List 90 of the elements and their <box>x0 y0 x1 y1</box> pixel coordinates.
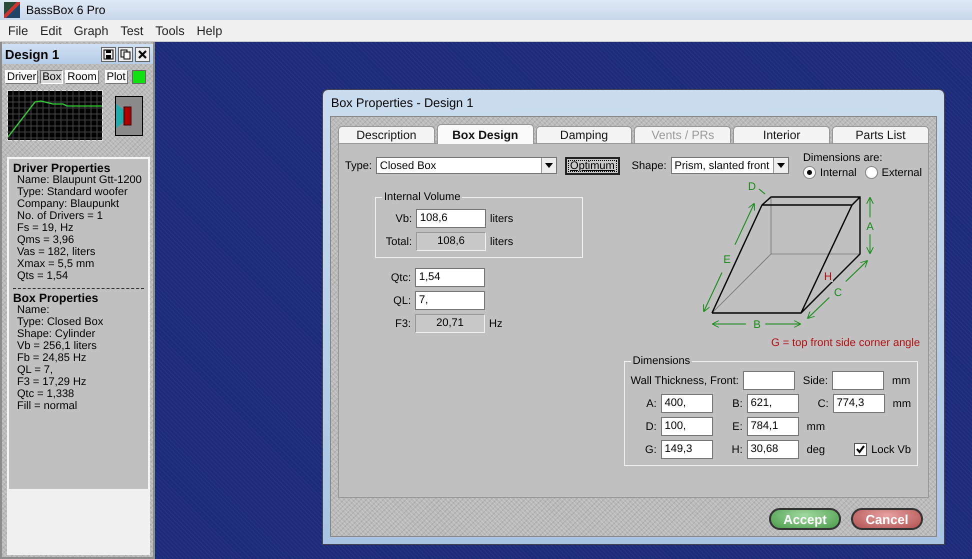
input-field[interactable]: 30,68 <box>746 440 799 459</box>
property-line: Fs = 19, Hz <box>16 222 75 234</box>
property-line: Type: Closed Box <box>16 316 104 328</box>
property-line: Company: Blaupunkt <box>16 198 120 210</box>
input-field[interactable]: 774,3 <box>832 394 885 413</box>
menu-item[interactable]: Graph <box>68 24 114 38</box>
field-label: B: <box>731 398 743 410</box>
field-label: H: <box>730 444 743 456</box>
input-field[interactable]: 100, <box>660 417 713 436</box>
group-label: Internal Volume <box>383 191 462 203</box>
menu-item[interactable]: Tools <box>149 24 191 38</box>
panel-tab[interactable]: Plot <box>104 70 128 84</box>
lock-checkbox[interactable]: Lock Vb <box>854 443 911 456</box>
field-label: Qtc: <box>390 272 411 284</box>
section-heading: Driver Properties <box>13 162 112 174</box>
input-field[interactable]: 149,3 <box>660 440 713 459</box>
field-label: Type: <box>345 160 372 172</box>
field-label: Dimensions are: <box>802 152 884 164</box>
input-field[interactable]: 1,54 <box>415 268 485 287</box>
menu-item[interactable]: File <box>2 24 34 38</box>
tab[interactable]: Parts List <box>832 126 929 143</box>
field-label: E: <box>731 420 743 432</box>
field-label: Side: <box>802 374 828 386</box>
panel-tab[interactable]: Room <box>65 70 99 84</box>
input-field[interactable]: 7, <box>415 291 485 310</box>
field-label: Total: <box>384 236 412 248</box>
tab[interactable]: Interior <box>733 126 830 143</box>
unit-label: deg <box>806 444 826 456</box>
dimension-label: A <box>866 221 874 233</box>
radio-option[interactable]: External <box>864 166 922 179</box>
property-line: Shape: Cylinder <box>16 328 96 340</box>
dimension-label: D <box>748 181 756 193</box>
tab[interactable]: Damping <box>536 126 632 143</box>
panel-title: Design 1 <box>5 46 60 62</box>
type-dropdown[interactable]: Closed Box <box>376 157 558 174</box>
property-line: Xmax = 5,5 mm <box>16 258 96 270</box>
unit-label: liters <box>490 236 514 248</box>
caption: G = top front side corner angle <box>771 337 920 349</box>
radio-option[interactable]: Internal <box>802 166 857 179</box>
property-line: Qtc = 1,338 <box>16 388 76 400</box>
field-label: A: <box>645 398 657 410</box>
window-title: BassBox 6 Pro <box>26 3 106 17</box>
dimension-label: C <box>834 287 842 299</box>
dimension-label: E <box>723 254 731 266</box>
panel-tab[interactable]: Box <box>40 70 64 84</box>
field-label: Vb: <box>394 212 412 224</box>
readout-field: 108,6 <box>416 232 486 251</box>
unit-label: mm <box>892 398 911 410</box>
field-label: Wall Thickness, Front: <box>630 374 739 386</box>
field-label: Shape: <box>632 160 667 172</box>
field-label: D: <box>644 420 657 432</box>
property-line: Qms = 3,96 <box>16 234 76 246</box>
tab[interactable]: Box Design <box>436 124 534 144</box>
field-label: QL: <box>392 294 411 306</box>
menu-item[interactable]: Edit <box>34 24 68 38</box>
dialog-title: Box Properties - Design 1 <box>330 95 474 112</box>
tab: Vents / PRs <box>634 126 732 143</box>
property-line: No. of Drivers = 1 <box>16 210 104 222</box>
optimum-button[interactable]: Optimum <box>565 156 620 174</box>
input-field[interactable]: 621, <box>746 394 799 413</box>
unit-label: mm <box>806 420 825 432</box>
unit-label: Hz <box>489 318 502 330</box>
property-line: Vb = 256,1 liters <box>16 340 98 352</box>
group-label: Dimensions <box>632 355 692 367</box>
property-line: Fill = normal <box>16 400 78 412</box>
shape-dropdown[interactable]: Prism, slanted front <box>670 157 789 174</box>
property-line: Type: Standard woofer <box>16 186 129 198</box>
field-label: G: <box>644 444 657 456</box>
field-label: C: <box>816 398 829 410</box>
property-line: QL = 7, <box>16 364 54 376</box>
readout-field: 20,71 <box>415 314 485 333</box>
dimension-label: B <box>753 319 761 331</box>
unit-label: liters <box>490 212 514 224</box>
unit-label: mm <box>892 374 910 386</box>
property-line: Name: <box>16 304 50 316</box>
property-line: Fb = 24,85 Hz <box>16 352 88 364</box>
tab[interactable]: Description <box>338 126 435 143</box>
menu-item[interactable]: Help <box>190 24 228 38</box>
input-field[interactable]: 108,6 <box>416 209 486 228</box>
menu-item[interactable]: Test <box>114 24 150 38</box>
property-line: Name: Blaupunt Gtt-1200 <box>16 174 143 186</box>
property-line: F3 = 17,29 Hz <box>16 376 88 388</box>
input-field[interactable]: 400, <box>660 394 713 413</box>
section-heading: Box Properties <box>13 292 100 304</box>
dimension-label: H <box>824 271 832 283</box>
property-line: Qts = 1,54 <box>16 270 70 282</box>
panel-tab[interactable]: Driver <box>5 70 38 84</box>
field-label: F3: <box>394 318 411 330</box>
input-field[interactable]: 784,1 <box>746 417 799 436</box>
property-line: Vas = 182, liters <box>16 246 96 258</box>
